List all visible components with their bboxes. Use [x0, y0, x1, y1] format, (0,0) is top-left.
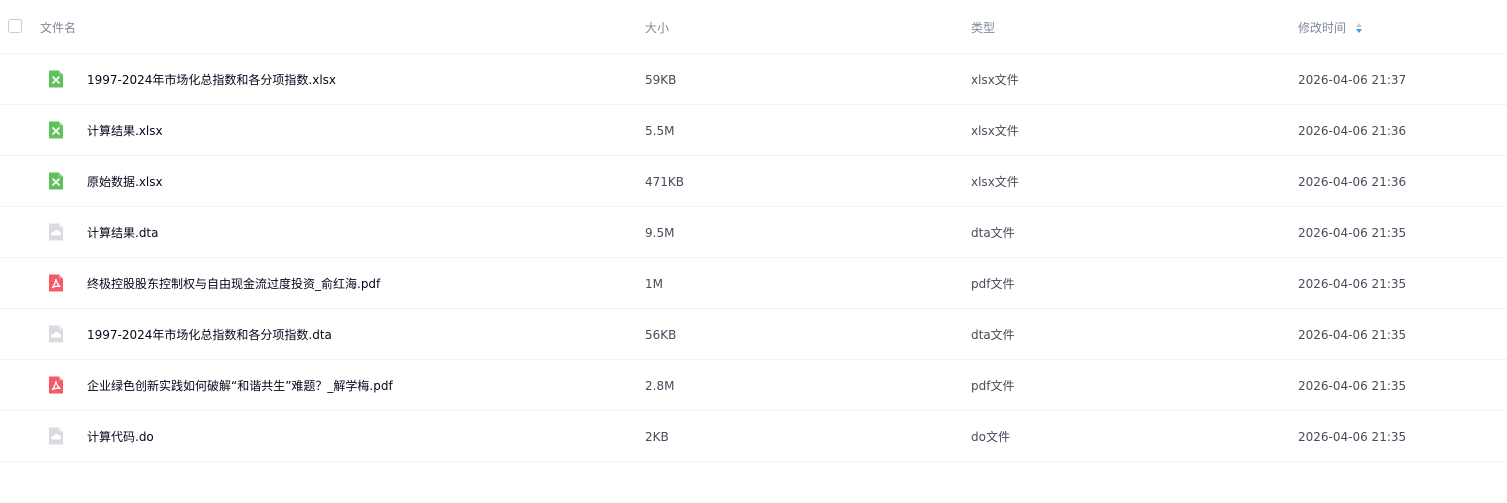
file-size: 2.8M	[645, 379, 675, 393]
file-modified-time: 2026-04-06 21:35	[1298, 277, 1407, 291]
file-size: 471KB	[645, 175, 685, 189]
file-size: 59KB	[645, 73, 677, 87]
file-size: 5.5M	[645, 124, 675, 138]
column-header-modified-time[interactable]: 修改时间	[1298, 20, 1346, 36]
pdf-icon	[46, 375, 66, 395]
file-name[interactable]: 计算结果.xlsx	[87, 123, 163, 139]
file-type: dta文件	[971, 328, 1015, 342]
file-modified-time: 2026-04-06 21:36	[1298, 175, 1407, 189]
file-list: 文件名 大小 类型 修改时间 1997-2024年市场化总指数和各分项指数.xl…	[0, 0, 1507, 503]
cloud-file-icon	[46, 222, 66, 242]
file-row[interactable]: 企业绿色创新实践如何破解“和谐共生”难题？_解学梅.pdf 2.8M pdf文件 20…	[0, 360, 1507, 411]
file-modified-time: 2026-04-06 21:35	[1298, 379, 1407, 393]
file-type: pdf文件	[971, 277, 1015, 291]
file-type: pdf文件	[971, 379, 1015, 393]
file-row[interactable]: 计算结果.xlsx 5.5M xlsx文件 2026-04-06 21:36	[0, 105, 1507, 156]
file-row[interactable]: 1997-2024年市场化总指数和各分项指数.dta 56KB dta文件 2026-…	[0, 309, 1507, 360]
file-size: 2KB	[645, 430, 669, 444]
pdf-icon	[46, 273, 66, 293]
file-name[interactable]: 企业绿色创新实践如何破解“和谐共生”难题？_解学梅.pdf	[87, 378, 393, 394]
file-modified-time: 2026-04-06 21:35	[1298, 328, 1407, 342]
file-size: 1M	[645, 277, 663, 291]
file-type: do文件	[971, 430, 1010, 444]
file-name[interactable]: 1997-2024年市场化总指数和各分项指数.dta	[87, 327, 332, 343]
file-size: 9.5M	[645, 226, 675, 240]
column-header-size[interactable]: 大小	[645, 20, 669, 36]
file-type: dta文件	[971, 226, 1015, 240]
file-modified-time: 2026-04-06 21:37	[1298, 73, 1407, 87]
file-row[interactable]: 1997-2024年市场化总指数和各分项指数.xlsx 59KB xlsx文件 202…	[0, 54, 1507, 105]
sort-icon[interactable]	[1355, 22, 1363, 34]
file-size: 56KB	[645, 328, 677, 342]
select-all-checkbox[interactable]	[8, 19, 22, 33]
file-modified-time: 2026-04-06 21:36	[1298, 124, 1407, 138]
cloud-file-icon	[46, 324, 66, 344]
excel-icon	[46, 171, 66, 191]
file-type: xlsx文件	[971, 73, 1019, 87]
file-type: xlsx文件	[971, 175, 1019, 189]
file-row[interactable]: 原始数据.xlsx 471KB xlsx文件 2026-04-06 21:36	[0, 156, 1507, 207]
cloud-file-icon	[46, 426, 66, 446]
file-name[interactable]: 1997-2024年市场化总指数和各分项指数.xlsx	[87, 72, 336, 88]
file-row[interactable]: 计算结果.dta 9.5M dta文件 2026-04-06 21:35	[0, 207, 1507, 258]
table-header: 文件名 大小 类型 修改时间	[0, 0, 1507, 54]
file-row[interactable]: 终极控股股东控制权与自由现金流过度投资_俞红海.pdf 1M pdf文件 2026-0…	[0, 258, 1507, 309]
column-header-type[interactable]: 类型	[971, 20, 995, 36]
excel-icon	[46, 69, 66, 89]
column-header-name[interactable]: 文件名	[40, 20, 76, 36]
file-type: xlsx文件	[971, 124, 1019, 138]
file-name[interactable]: 原始数据.xlsx	[87, 174, 163, 190]
excel-icon	[46, 120, 66, 140]
file-modified-time: 2026-04-06 21:35	[1298, 430, 1407, 444]
file-name[interactable]: 计算结果.dta	[87, 225, 159, 241]
file-modified-time: 2026-04-06 21:35	[1298, 226, 1407, 240]
file-name[interactable]: 终极控股股东控制权与自由现金流过度投资_俞红海.pdf	[87, 276, 380, 292]
file-name[interactable]: 计算代码.do	[87, 429, 154, 445]
file-row[interactable]: 计算代码.do 2KB do文件 2026-04-06 21:35	[0, 411, 1507, 462]
